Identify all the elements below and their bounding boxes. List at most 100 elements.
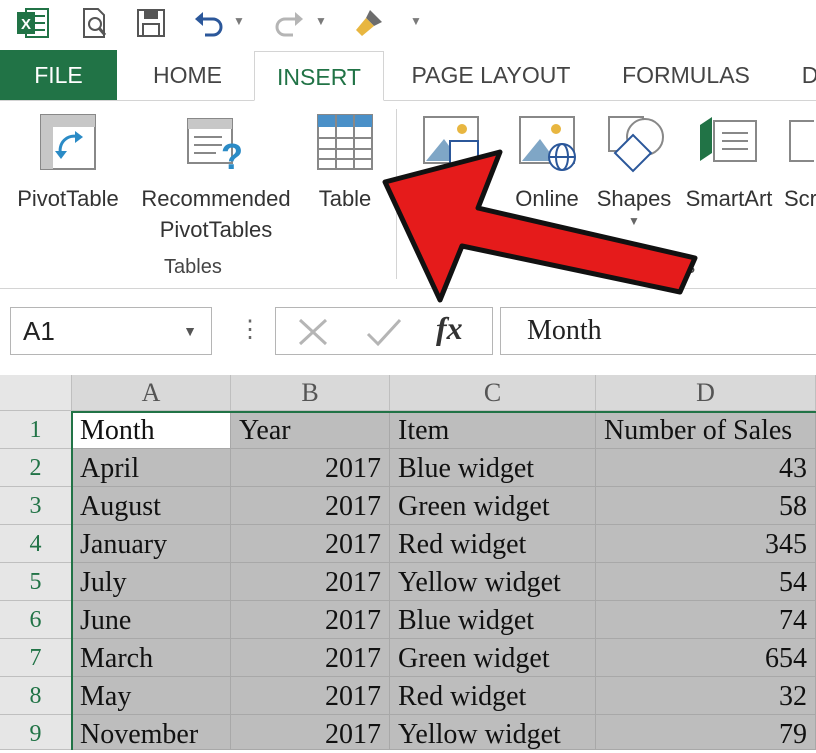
- shapes-button[interactable]: Shapes ▼: [594, 113, 674, 228]
- cell[interactable]: Yellow widget: [390, 563, 596, 601]
- table-label: Table: [318, 186, 372, 211]
- svg-text:?: ?: [221, 136, 243, 171]
- row-header[interactable]: 9: [0, 715, 72, 750]
- cell[interactable]: August: [72, 487, 231, 525]
- row-header[interactable]: 7: [0, 639, 72, 677]
- tab-insert[interactable]: INSERT: [254, 51, 384, 101]
- undo-icon[interactable]: [190, 4, 228, 42]
- row-header[interactable]: 1: [0, 411, 72, 449]
- cell[interactable]: 2017: [231, 639, 390, 677]
- row-header[interactable]: 4: [0, 525, 72, 563]
- cell[interactable]: 32: [596, 677, 816, 715]
- tab-formulas[interactable]: FORMULAS: [606, 50, 766, 100]
- column-header-a[interactable]: A: [72, 375, 231, 411]
- cell[interactable]: 79: [596, 715, 816, 750]
- cell[interactable]: Red widget: [390, 525, 596, 563]
- online-pictures-button[interactable]: Online: [505, 113, 589, 214]
- row-header[interactable]: 2: [0, 449, 72, 487]
- cell[interactable]: 54: [596, 563, 816, 601]
- tab-data-partial[interactable]: D: [795, 50, 816, 100]
- column-header-b[interactable]: B: [231, 375, 390, 411]
- cell[interactable]: Red widget: [390, 677, 596, 715]
- tab-home[interactable]: HOME: [130, 50, 245, 100]
- tab-page-layout[interactable]: PAGE LAYOUT: [396, 50, 586, 100]
- row-header[interactable]: 8: [0, 677, 72, 715]
- cell[interactable]: April: [72, 449, 231, 487]
- excel-icon: X: [14, 4, 52, 42]
- pictures-button[interactable]: [418, 113, 484, 173]
- column-header-d[interactable]: D: [596, 375, 816, 411]
- smartart-label: SmartArt: [685, 186, 773, 211]
- row-header[interactable]: 5: [0, 563, 72, 601]
- illustrations-group-label: Illustrations: [594, 256, 696, 278]
- print-preview-icon[interactable]: [76, 4, 114, 42]
- cell[interactable]: June: [72, 601, 231, 639]
- cell[interactable]: Green widget: [390, 639, 596, 677]
- cell[interactable]: 2017: [231, 487, 390, 525]
- smartart-button[interactable]: SmartArt: [679, 113, 779, 214]
- pictures-icon: [423, 116, 479, 170]
- column-header-c[interactable]: C: [390, 375, 596, 411]
- cell[interactable]: May: [72, 677, 231, 715]
- cell[interactable]: 2017: [231, 525, 390, 563]
- cell[interactable]: July: [72, 563, 231, 601]
- formula-buttons: fx: [275, 307, 493, 355]
- cell[interactable]: 2017: [231, 449, 390, 487]
- more-options-icon[interactable]: ⋮: [238, 315, 262, 344]
- cell[interactable]: Item: [390, 411, 596, 449]
- recommended-label-line2: PivotTables: [159, 217, 273, 242]
- formula-input[interactable]: Month: [500, 307, 816, 355]
- row-header[interactable]: 6: [0, 601, 72, 639]
- enter-icon[interactable]: [364, 316, 404, 348]
- cell[interactable]: Year: [231, 411, 390, 449]
- cell[interactable]: November: [72, 715, 231, 750]
- online-label: Online: [515, 186, 579, 211]
- smartart-icon: [700, 117, 757, 162]
- cell[interactable]: January: [72, 525, 231, 563]
- cell[interactable]: March: [72, 639, 231, 677]
- recommended-pivottables-button[interactable]: ? Recommended PivotTables: [133, 113, 299, 245]
- quick-access-toolbar: X ▼ ▼ ▼: [0, 0, 816, 50]
- cell[interactable]: 2017: [231, 601, 390, 639]
- save-icon[interactable]: [132, 4, 170, 42]
- cell[interactable]: Blue widget: [390, 601, 596, 639]
- pivottable-icon: [40, 114, 96, 170]
- name-box-dropdown-icon[interactable]: ▼: [183, 308, 197, 354]
- cell[interactable]: 58: [596, 487, 816, 525]
- worksheet-grid: A B C D 1 Month Year Item Number of Sale…: [0, 375, 816, 750]
- cancel-icon[interactable]: [296, 316, 330, 348]
- cell[interactable]: Number of Sales: [596, 411, 816, 449]
- recommended-pivottables-icon: ?: [187, 118, 243, 171]
- undo-dropdown-icon[interactable]: ▼: [233, 14, 245, 28]
- shapes-dropdown-icon[interactable]: ▼: [594, 214, 674, 228]
- redo-dropdown-icon[interactable]: ▼: [315, 14, 327, 28]
- cell-a1[interactable]: Month: [72, 411, 231, 449]
- formula-bar: A1 ▼ ⋮ fx Month: [0, 289, 816, 375]
- cell[interactable]: 345: [596, 525, 816, 563]
- cell[interactable]: 2017: [231, 715, 390, 750]
- group-separator: [396, 109, 397, 279]
- table-button[interactable]: Table: [305, 113, 385, 214]
- cell[interactable]: 74: [596, 601, 816, 639]
- select-all-corner[interactable]: [0, 375, 72, 411]
- cell[interactable]: 654: [596, 639, 816, 677]
- insert-function-icon[interactable]: fx: [436, 310, 463, 347]
- cell[interactable]: 2017: [231, 563, 390, 601]
- cell[interactable]: Green widget: [390, 487, 596, 525]
- format-painter-icon[interactable]: [350, 4, 388, 42]
- cell[interactable]: 2017: [231, 677, 390, 715]
- screenshot-button[interactable]: Scr: [784, 113, 816, 214]
- svg-text:X: X: [21, 16, 31, 33]
- cell[interactable]: 43: [596, 449, 816, 487]
- cell[interactable]: Blue widget: [390, 449, 596, 487]
- name-box[interactable]: A1 ▼: [10, 307, 212, 355]
- row-header[interactable]: 3: [0, 487, 72, 525]
- tab-file[interactable]: FILE: [0, 50, 117, 100]
- pivottable-label: PivotTable: [17, 186, 119, 211]
- screenshot-label: Scr: [784, 186, 816, 211]
- redo-icon[interactable]: [270, 4, 308, 42]
- cell[interactable]: Yellow widget: [390, 715, 596, 750]
- customize-qat-icon[interactable]: ▼: [410, 14, 422, 28]
- ribbon-tabs: FILE HOME INSERT PAGE LAYOUT FORMULAS D: [0, 50, 816, 101]
- pivottable-button[interactable]: PivotTable: [8, 113, 128, 214]
